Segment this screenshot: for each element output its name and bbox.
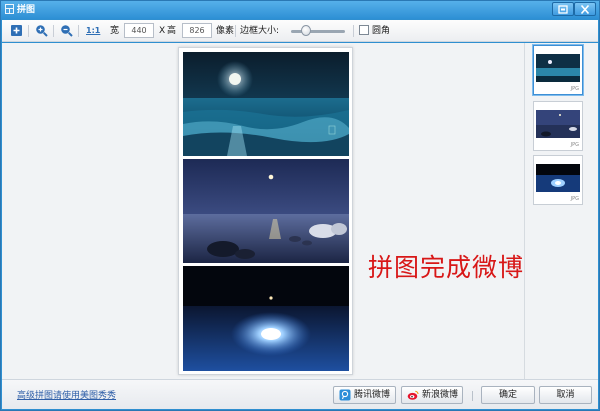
close-icon xyxy=(580,5,590,14)
rounded-corner-checkbox[interactable] xyxy=(359,25,369,35)
moon-over-ocean-photo[interactable] xyxy=(183,52,349,156)
tencent-weibo-label: 腾讯微博 xyxy=(354,390,391,400)
main-area: 拼图完成微博分享 JPG JPG JPG xyxy=(2,43,598,379)
toolbar-separator xyxy=(78,25,79,37)
width-input[interactable] xyxy=(124,23,154,38)
border-size-label: 边框大小: xyxy=(240,26,280,36)
cancel-label: 取消 xyxy=(556,390,575,400)
minimize-icon xyxy=(558,5,568,14)
times-label: X xyxy=(159,26,166,36)
tencent-weibo-icon xyxy=(339,389,351,401)
sina-weibo-icon xyxy=(407,390,419,400)
height-input[interactable] xyxy=(182,23,212,38)
advanced-collage-link[interactable]: 高级拼图请使用美图秀秀 xyxy=(17,390,116,402)
window-title: 拼图 xyxy=(17,5,36,15)
sina-weibo-button[interactable]: 新浪微博 xyxy=(401,386,463,404)
pixel-unit-label: 像素 xyxy=(216,26,235,36)
toolbar-separator xyxy=(28,25,29,37)
rounded-corner-label: 圆角 xyxy=(372,26,391,36)
width-label: 宽 xyxy=(110,26,120,36)
collage-window: 拼图 1:1 宽 440 X 高 826 像素 边框大小: 圆角 拼图完成微博分… xyxy=(0,0,600,411)
thumbnail-panel: JPG JPG JPG xyxy=(524,43,598,379)
thumbnail-item[interactable]: JPG xyxy=(533,155,583,205)
toolbar: 1:1 宽 X 高 像素 边框大小: 圆角 xyxy=(2,20,598,42)
bottom-bar: 高级拼图请使用美图秀秀 腾讯微博 新浪微博 确定 取消 xyxy=(2,379,598,409)
title-bar: 拼图 xyxy=(1,1,599,19)
thumbnail-format-tag: JPG xyxy=(570,196,579,202)
toolbar-separator xyxy=(353,25,354,37)
border-size-slider-handle[interactable] xyxy=(301,25,311,36)
ok-button[interactable]: 确定 xyxy=(481,386,535,404)
height-label: 高 xyxy=(167,26,177,36)
collage-preview xyxy=(178,47,353,375)
moon-over-rocky-shore-photo[interactable] xyxy=(183,159,349,263)
canvas-area: 拼图完成微博分享 xyxy=(2,43,575,379)
sina-weibo-label: 新浪微博 xyxy=(422,390,459,400)
cancel-button[interactable]: 取消 xyxy=(539,386,592,404)
actual-size-button[interactable]: 1:1 xyxy=(86,25,100,37)
toolbar-separator xyxy=(53,25,54,37)
thumbnail-item[interactable]: JPG xyxy=(533,101,583,151)
minimize-button[interactable] xyxy=(552,2,574,16)
bottom-separator xyxy=(472,391,473,401)
tencent-weibo-button[interactable]: 腾讯微博 xyxy=(333,386,396,404)
moon-reflection-night-photo[interactable] xyxy=(183,266,349,371)
app-icon xyxy=(5,4,14,14)
toolbar-separator xyxy=(235,25,236,37)
zoom-in-icon[interactable] xyxy=(35,24,48,37)
thumbnail-format-tag: JPG xyxy=(570,86,579,92)
border-size-slider[interactable] xyxy=(291,30,345,33)
zoom-out-icon[interactable] xyxy=(60,24,73,37)
thumbnail-format-tag: JPG xyxy=(570,142,579,148)
ok-label: 确定 xyxy=(498,390,517,400)
plus-square-icon[interactable] xyxy=(10,24,23,37)
close-button[interactable] xyxy=(574,2,596,16)
thumbnail-item[interactable]: JPG xyxy=(533,45,583,95)
